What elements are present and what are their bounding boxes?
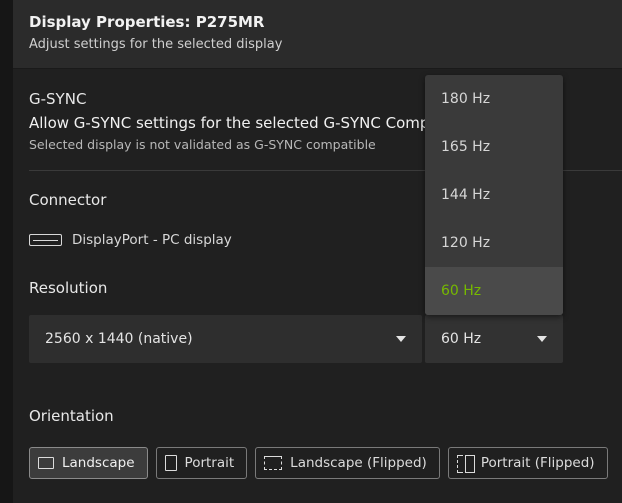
orientation-section-title: Orientation: [29, 407, 114, 425]
landscape-flipped-icon: [264, 456, 283, 470]
orientation-label: Landscape: [62, 455, 135, 471]
gsync-section-title: G-SYNC: [29, 90, 87, 108]
refresh-option-120[interactable]: 120 Hz: [425, 219, 563, 267]
refresh-option-180[interactable]: 180 Hz: [425, 75, 563, 123]
chevron-down-icon: [537, 336, 547, 342]
connector-label: DisplayPort - PC display: [72, 232, 232, 248]
chevron-down-icon: [396, 336, 406, 342]
refresh-option-144[interactable]: 144 Hz: [425, 171, 563, 219]
gsync-description: Allow G-SYNC settings for the selected G…: [29, 114, 430, 132]
landscape-icon: [38, 457, 54, 469]
panel-header: Display Properties: P275MR Adjust settin…: [13, 0, 622, 69]
resolution-select[interactable]: 2560 x 1440 (native): [29, 315, 422, 363]
page-subtitle: Adjust settings for the selected display: [29, 37, 283, 52]
orientation-landscape-button[interactable]: Landscape: [29, 447, 148, 479]
page-title: Display Properties: P275MR: [29, 13, 265, 31]
orientation-label: Portrait: [184, 455, 235, 471]
refresh-rate-dropdown: 180 Hz 165 Hz 144 Hz 120 Hz 60 Hz: [425, 75, 563, 315]
connector-section-title: Connector: [29, 191, 107, 209]
refresh-option-60[interactable]: 60 Hz: [425, 267, 563, 315]
gsync-note: Selected display is not validated as G-S…: [29, 137, 376, 152]
orientation-portrait-button[interactable]: Portrait: [155, 447, 248, 479]
orientation-options: Landscape Portrait Landscape (Flipped) P…: [29, 447, 608, 479]
resolution-value: 2560 x 1440 (native): [45, 331, 193, 347]
displayport-icon: [29, 234, 62, 246]
portrait-flipped-icon: [456, 455, 475, 473]
orientation-landscape-flipped-button[interactable]: Landscape (Flipped): [255, 447, 440, 479]
resolution-section-title: Resolution: [29, 279, 108, 297]
refresh-option-165[interactable]: 165 Hz: [425, 123, 563, 171]
connector-row: DisplayPort - PC display: [29, 230, 232, 250]
portrait-icon: [164, 455, 177, 471]
orientation-label: Landscape (Flipped): [290, 455, 427, 471]
orientation-label: Portrait (Flipped): [480, 455, 595, 471]
orientation-portrait-flipped-button[interactable]: Portrait (Flipped): [447, 447, 608, 479]
refresh-rate-value: 60 Hz: [441, 331, 482, 347]
refresh-rate-select[interactable]: 60 Hz: [425, 315, 563, 363]
